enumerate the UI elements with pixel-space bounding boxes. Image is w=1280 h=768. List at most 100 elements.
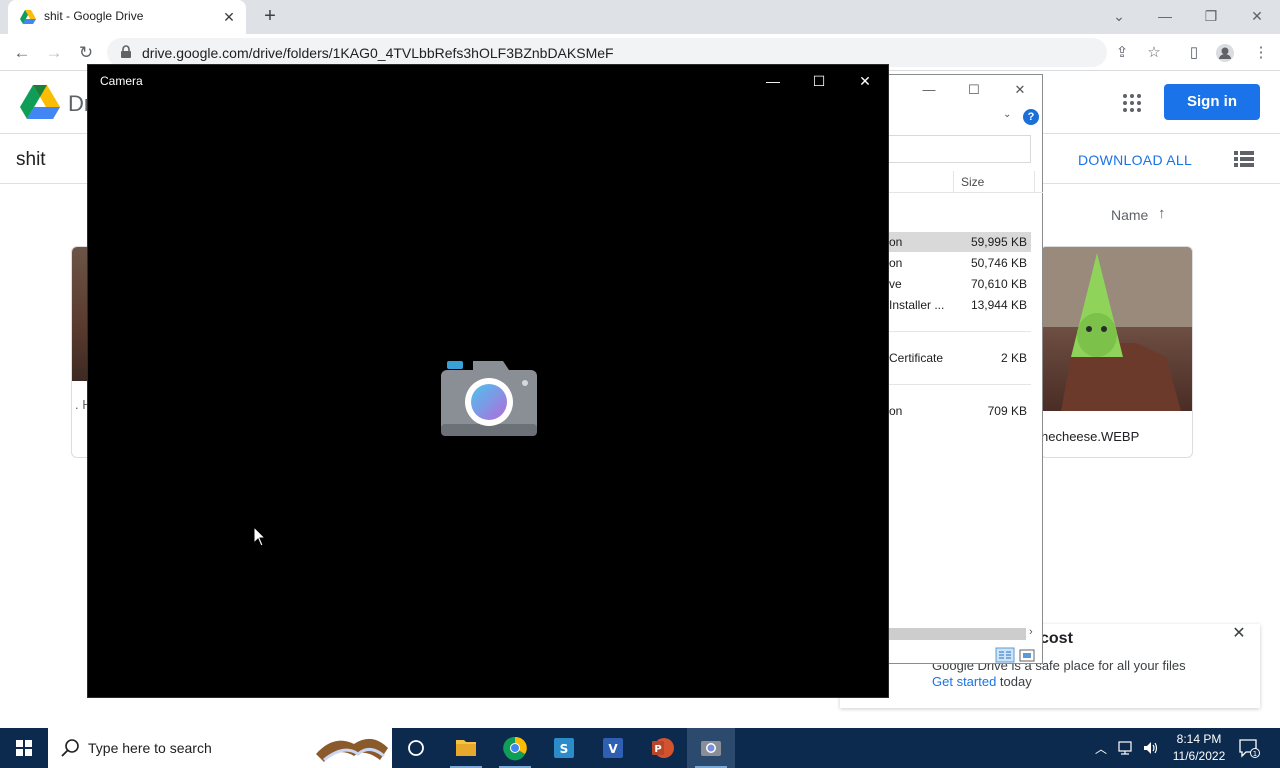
explorer-minimize-button[interactable]: — xyxy=(914,79,944,101)
file-row[interactable]: ve 70,610 KB xyxy=(881,274,1031,294)
promo-close-icon[interactable]: ✕ xyxy=(1232,626,1246,642)
google-apps-grid-icon[interactable] xyxy=(1122,93,1142,113)
browser-menu-icon[interactable]: ⋮ xyxy=(1250,42,1272,64)
address-bar[interactable]: drive.google.com/drive/folders/1KAG0_4TV… xyxy=(107,38,1107,67)
side-panel-icon[interactable]: ▯ xyxy=(1183,42,1205,64)
file-size: 13,944 KB xyxy=(970,298,1027,312)
explorer-close-button[interactable]: ✕ xyxy=(1005,79,1035,101)
task-view-icon[interactable] xyxy=(392,728,440,768)
column-divider[interactable] xyxy=(1034,171,1035,193)
windows-taskbar: Type here to search S V P ︿ 8:14 PM 11/6… xyxy=(0,728,1280,768)
sort-by-name-button[interactable]: Name xyxy=(1111,207,1148,223)
show-hidden-icons-chevron-icon[interactable]: ︿ xyxy=(1095,740,1107,757)
new-tab-button[interactable]: + xyxy=(259,5,281,27)
windows-start-icon[interactable] xyxy=(0,728,48,768)
bookmark-star-icon[interactable]: ☆ xyxy=(1143,42,1165,64)
powerpoint-taskbar-icon[interactable]: P xyxy=(638,728,686,768)
file-row[interactable]: on 709 KB xyxy=(881,401,1031,421)
sort-ascending-arrow-icon[interactable]: ↑ xyxy=(1158,205,1166,222)
visio-taskbar-icon[interactable]: V xyxy=(589,728,637,768)
notification-center-icon[interactable]: 1 xyxy=(1238,738,1260,758)
file-size: 50,746 KB xyxy=(970,256,1027,270)
group-separator xyxy=(889,331,1031,332)
view-mode-icons[interactable] xyxy=(995,647,1039,663)
tab-title: shit - Google Drive xyxy=(44,9,144,23)
file-size: 70,610 KB xyxy=(970,277,1027,291)
back-arrow-icon[interactable]: ← xyxy=(10,41,34,65)
file-type: Installer ... xyxy=(889,298,945,312)
camera-minimize-button[interactable]: — xyxy=(753,69,793,93)
file-row[interactable]: Certificate 2 KB xyxy=(881,348,1031,368)
camera-window: Camera — ☐ ✕ xyxy=(87,64,889,698)
promo-title: cost xyxy=(1040,630,1073,647)
file-type: Certificate xyxy=(889,351,944,365)
taskbar-search-box[interactable]: Type here to search xyxy=(48,728,392,768)
search-icon xyxy=(61,739,79,757)
column-header: Size xyxy=(881,171,1043,193)
camera-maximize-button[interactable]: ☐ xyxy=(799,69,839,93)
size-column-header[interactable]: Size xyxy=(961,175,984,189)
get-started-link[interactable]: Get started xyxy=(932,674,996,689)
reload-icon[interactable]: ↻ xyxy=(74,41,98,65)
file-name: hecheese.WEBP xyxy=(1041,429,1140,444)
horizontal-scrollbar[interactable] xyxy=(881,628,1026,640)
sign-in-button[interactable]: Sign in xyxy=(1164,84,1260,120)
camera-taskbar-icon[interactable] xyxy=(687,728,735,768)
url-text: drive.google.com/drive/folders/1KAG0_4TV… xyxy=(142,45,614,61)
help-icon[interactable]: ? xyxy=(1023,109,1039,125)
lock-icon xyxy=(121,45,131,58)
network-icon[interactable] xyxy=(1118,740,1136,756)
scroll-right-arrow-icon[interactable]: › xyxy=(1029,626,1033,638)
sway-taskbar-icon[interactable]: S xyxy=(540,728,588,768)
file-explorer-window: — ☐ ✕ ⌄ ? Size on 59,995 KB on 50,746 KB… xyxy=(880,74,1043,664)
ribbon-expand-chevron-icon[interactable]: ⌄ xyxy=(1003,109,1011,120)
svg-text:1: 1 xyxy=(1253,750,1257,758)
system-clock[interactable]: 8:14 PM 11/6/2022 xyxy=(1170,731,1228,765)
file-row[interactable]: on 50,746 KB xyxy=(881,253,1031,273)
svg-text:S: S xyxy=(560,742,569,756)
clock-date: 11/6/2022 xyxy=(1172,749,1226,763)
file-type: ve xyxy=(889,277,902,291)
tab-close-icon[interactable]: ✕ xyxy=(220,8,238,26)
explorer-maximize-button[interactable]: ☐ xyxy=(959,79,989,101)
column-divider[interactable] xyxy=(953,171,954,193)
volume-icon[interactable] xyxy=(1142,739,1160,757)
hat-figure-image xyxy=(1041,247,1192,411)
file-card[interactable]: hecheese.WEBP xyxy=(1040,246,1193,458)
clock-time: 8:14 PM xyxy=(1176,732,1222,746)
explorer-search-box[interactable] xyxy=(881,135,1031,163)
browser-tab[interactable]: shit - Google Drive ✕ xyxy=(8,0,246,34)
google-drive-favicon-icon xyxy=(20,10,36,24)
file-type: on xyxy=(889,256,903,270)
browser-close-button[interactable]: ✕ xyxy=(1242,3,1272,29)
file-thumbnail xyxy=(1041,247,1192,411)
file-type: on xyxy=(889,404,903,418)
file-row[interactable]: Installer ... 13,944 KB xyxy=(881,295,1031,315)
file-size: 2 KB xyxy=(1000,351,1027,365)
file-size: 709 KB xyxy=(987,404,1027,418)
file-explorer-taskbar-icon[interactable] xyxy=(442,728,490,768)
browser-minimize-button[interactable]: — xyxy=(1150,3,1180,29)
promo-cta-line: Get started today xyxy=(932,674,1032,689)
mouse-cursor-icon xyxy=(253,526,267,547)
svg-text:P: P xyxy=(654,744,661,755)
promo-cta-tail: today xyxy=(996,674,1032,689)
google-drive-logo-icon xyxy=(20,85,60,119)
search-placeholder: Type here to search xyxy=(88,740,212,756)
folder-title: shit xyxy=(16,149,46,170)
chrome-taskbar-icon[interactable] xyxy=(491,728,539,768)
share-icon[interactable]: ⇪ xyxy=(1111,42,1133,64)
list-view-icon[interactable] xyxy=(1234,151,1254,167)
forward-arrow-icon[interactable]: → xyxy=(42,41,66,65)
search-highlight-doodle-icon[interactable] xyxy=(314,730,390,766)
file-type: on xyxy=(889,235,903,249)
tab-search-icon[interactable]: ⌄ xyxy=(1104,3,1134,29)
browser-tab-strip: shit - Google Drive ✕ + ⌄ — ❐ ✕ xyxy=(0,0,1280,34)
group-separator xyxy=(889,384,1031,385)
download-all-button[interactable]: DOWNLOAD ALL xyxy=(1078,152,1192,168)
camera-close-button[interactable]: ✕ xyxy=(845,69,885,93)
profile-avatar-icon[interactable] xyxy=(1214,42,1236,64)
svg-text:V: V xyxy=(608,742,618,756)
file-row[interactable]: on 59,995 KB xyxy=(881,232,1031,252)
browser-restore-button[interactable]: ❐ xyxy=(1196,3,1226,29)
